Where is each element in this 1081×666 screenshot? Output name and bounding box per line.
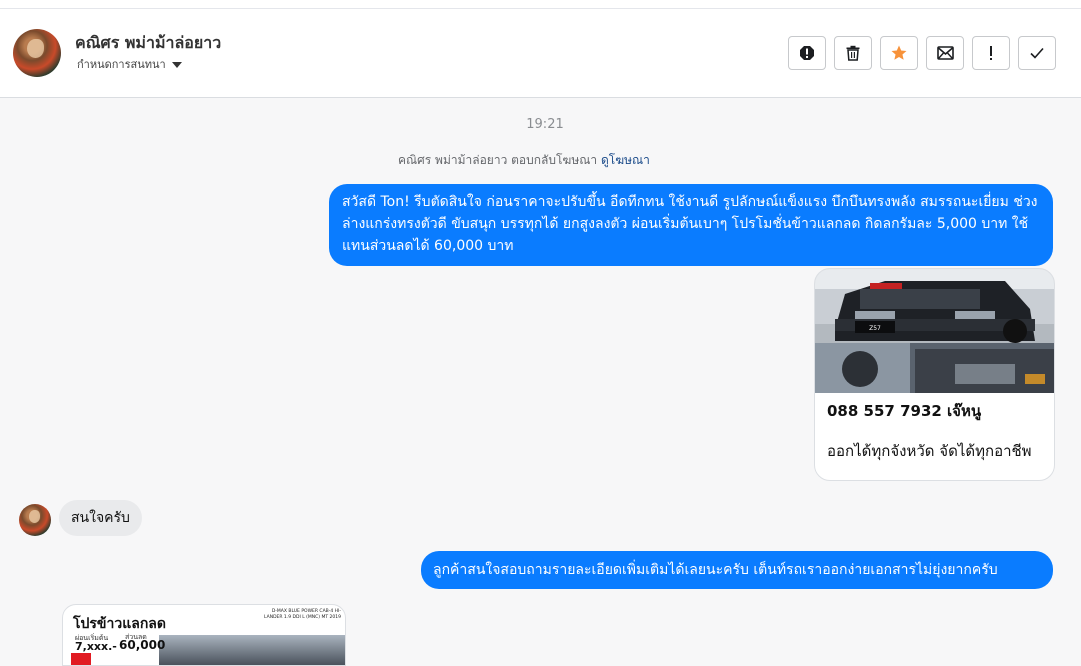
caret-down-icon <box>171 61 182 68</box>
spam-button[interactable] <box>788 36 826 70</box>
schedule-label: กำหนดการสนทนา <box>77 58 166 71</box>
envelope-icon <box>936 46 954 60</box>
trash-icon <box>846 45 860 61</box>
promo-car-photo <box>159 635 345 665</box>
installment-price: 7,xxx.- <box>75 640 117 653</box>
contact-name[interactable]: คณิศร พม่าม้าล่อยาว <box>75 31 221 56</box>
outgoing-message: สวัสดี Ton! รีบตัดสินใจ ก่อนราคาจะปรับขึ… <box>329 184 1053 266</box>
ad-card[interactable]: Z57 088 557 7932 เจ๊หนู ออกได้ทุกจังหวัด… <box>814 268 1055 481</box>
sender-avatar <box>19 504 51 536</box>
delete-button[interactable] <box>834 36 872 70</box>
incoming-image[interactable]: โปรข้าวแลกลด ผ่อนเริ่มต้น 7,xxx.- ส่วนลด… <box>62 604 346 666</box>
view-ad-link[interactable]: ดูโฆษณา <box>601 153 650 167</box>
check-icon <box>1030 47 1044 59</box>
car-photo: Z57 <box>815 269 1054 393</box>
discount-amount: 60,000 <box>119 638 166 652</box>
outgoing-message: ลูกค้าสนใจสอบถามรายละเอียดเพิ่มเติมได้เล… <box>421 551 1053 589</box>
incoming-message: สนใจครับ <box>59 500 142 536</box>
promo-red-tag <box>71 653 91 665</box>
promo-title: โปรข้าวแลกลด <box>73 616 166 632</box>
top-strip <box>0 0 1081 9</box>
message-timestamp: 19:21 <box>526 117 564 132</box>
schedule-dropdown[interactable]: กำหนดการสนทนา <box>77 55 182 73</box>
ad-reply-note: คณิศร พม่าม้าล่อยาว ตอบกลับโฆษณา ดูโฆษณา <box>398 151 650 170</box>
alert-circle-icon <box>800 46 814 60</box>
card-phone-number: 088 557 7932 เจ๊หนู <box>827 402 982 420</box>
promo-model: D-MAX BLUE POWER CAB-4 HI-LANDER 1.9 DDI… <box>264 609 341 620</box>
flag-button[interactable] <box>972 36 1010 70</box>
exclamation-icon <box>990 46 992 60</box>
star-button[interactable] <box>880 36 918 70</box>
toolbar <box>788 36 1056 70</box>
mark-done-button[interactable] <box>1018 36 1056 70</box>
license-plate: Z57 <box>869 325 881 332</box>
star-icon <box>891 45 907 60</box>
conversation-header: คณิศร พม่าม้าล่อยาว กำหนดการสนทนา <box>0 9 1081 98</box>
mark-unread-button[interactable] <box>926 36 964 70</box>
card-caption: ออกได้ทุกจังหวัด จัดได้ทุกอาชีพ <box>827 442 1032 460</box>
ad-reply-text: คณิศร พม่าม้าล่อยาว ตอบกลับโฆษณา <box>398 153 598 167</box>
contact-avatar[interactable] <box>13 29 61 77</box>
